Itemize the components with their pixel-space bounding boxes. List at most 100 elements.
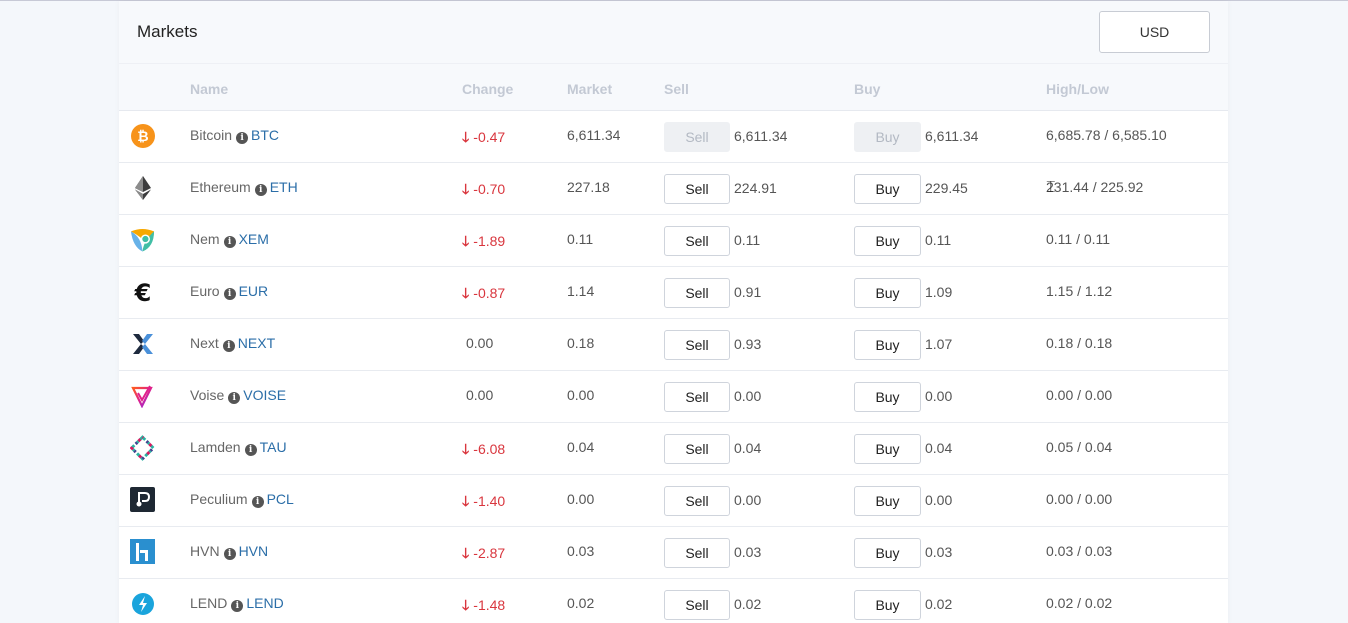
table-row[interactable]: Ethereum i ETH 🡓 -0.70 227.18 Sell 224.91 B… [119, 163, 1228, 215]
sell-button[interactable]: Sell [664, 434, 730, 464]
info-icon[interactable]: i [254, 184, 267, 196]
buy-button[interactable]: Buy [854, 226, 921, 256]
arrow-down-icon: 🡓 [462, 441, 470, 457]
coin-symbol-link[interactable]: HVN [239, 543, 269, 559]
column-header-market[interactable]: Market [567, 81, 612, 97]
info-icon[interactable]: i [251, 496, 264, 508]
column-header-buy[interactable]: Buy [854, 81, 880, 97]
euro-icon: € [130, 279, 155, 304]
column-header-sell[interactable]: Sell [664, 81, 689, 97]
info-icon[interactable]: i [222, 340, 235, 352]
coin-name: Bitcoin [190, 127, 233, 143]
voise-icon [130, 383, 155, 408]
sell-price: 224.91 [734, 180, 777, 196]
buy-button[interactable]: Buy [854, 278, 921, 308]
arrow-down-icon: 🡓 [462, 493, 470, 509]
lamden-icon [130, 434, 155, 461]
change-value: -1.40 [473, 493, 506, 509]
high-low-value: 0.03 / 0.03 [1046, 543, 1113, 559]
coin-name-cell: Voise i VOISE [190, 387, 286, 404]
market-price: 0.00 [567, 387, 595, 403]
sell-button[interactable]: Sell [664, 122, 730, 152]
buy-button[interactable]: Buy [854, 538, 921, 568]
change-cell: 0.00 [466, 335, 493, 351]
info-icon[interactable]: i [223, 548, 236, 560]
market-price: 227.18 [567, 179, 610, 195]
table-row[interactable]: € Euro i EUR 🡓 -0.87 1.14 Sell 0.91 Buy 1.0… [119, 267, 1228, 319]
markets-panel: Markets USD Name Change Market Sell Buy … [119, 1, 1228, 623]
buy-button[interactable]: Buy [854, 486, 921, 516]
buy-button[interactable]: Buy [854, 590, 921, 620]
coin-symbol-link[interactable]: PCL [267, 491, 294, 507]
coin-symbol-link[interactable]: XEM [239, 231, 269, 247]
column-header-name[interactable]: Name [190, 81, 228, 97]
sell-price: 0.93 [734, 336, 762, 352]
table-row[interactable]: ₿ Bitcoin i BTC 🡓 -0.47 6,611.34 Sell 6,611… [119, 111, 1228, 163]
coin-symbol-link[interactable]: BTC [251, 127, 279, 143]
buy-button[interactable]: Buy [854, 330, 921, 360]
sell-price: 0.00 [734, 388, 762, 404]
bitcoin-icon: ₿ [130, 123, 155, 148]
high-low-value: 0.00 / 0.00 [1046, 387, 1113, 403]
coin-symbol-link[interactable]: TAU [260, 439, 287, 455]
sell-button[interactable]: Sell [664, 278, 730, 308]
sell-button[interactable]: Sell [664, 486, 730, 516]
table-row[interactable]: Next i NEXT 0.00 0.18 Sell 0.93 Buy 1.07 0… [119, 319, 1228, 371]
table-row[interactable]: Nem i XEM 🡓 -1.89 0.11 Sell 0.11 Buy 0.11 0… [119, 215, 1228, 267]
coin-name-cell: Peculium i PCL [190, 491, 294, 508]
table-row[interactable]: Lamden i TAU 🡓 -6.08 0.04 Sell 0.04 Buy 0.0… [119, 423, 1228, 475]
table-row[interactable]: HVN i HVN 🡓 -2.87 0.03 Sell 0.03 Buy 0.03 0… [119, 527, 1228, 579]
table-row[interactable]: Peculium i PCL 🡓 -1.40 0.00 Sell 0.00 Buy 0… [119, 475, 1228, 527]
sell-button[interactable]: Sell [664, 538, 730, 568]
column-header-change[interactable]: Change [462, 81, 513, 97]
coin-name-cell: Lamden i TAU [190, 439, 287, 456]
sell-button[interactable]: Sell [664, 226, 730, 256]
buy-price: 1.07 [925, 336, 953, 352]
market-price: 0.11 [567, 231, 594, 247]
market-price: 0.18 [567, 335, 595, 351]
coin-symbol-link[interactable]: NEXT [238, 335, 275, 351]
column-header-highlow[interactable]: High/Low [1046, 81, 1109, 97]
coin-symbol-link[interactable]: EUR [239, 283, 269, 299]
arrow-down-icon: 🡓 [462, 285, 470, 301]
buy-button[interactable]: Buy [854, 434, 921, 464]
info-icon[interactable]: i [236, 132, 249, 144]
info-icon[interactable]: i [223, 236, 236, 248]
info-icon[interactable]: i [231, 600, 244, 612]
lend-icon [130, 591, 155, 616]
sell-button[interactable]: Sell [664, 174, 730, 204]
info-icon[interactable]: i [244, 444, 257, 456]
sell-button[interactable]: Sell [664, 590, 730, 620]
change-cell: 🡓 -1.48 [462, 595, 505, 619]
table-row[interactable]: Voise i VOISE 0.00 0.00 Sell 0.00 Buy 0.00… [119, 371, 1228, 423]
currency-selector-button[interactable]: USD [1099, 11, 1210, 53]
peculium-icon [130, 487, 155, 512]
high-low-value: 231.44 / 225.92 [1046, 179, 1144, 195]
sell-button[interactable]: Sell [664, 382, 730, 412]
high-low-value: 0.00 / 0.00 [1046, 491, 1113, 507]
buy-button[interactable]: Buy [854, 122, 921, 152]
coin-symbol-link[interactable]: VOISE [243, 387, 286, 403]
sell-price: 0.00 [734, 492, 762, 508]
ethereum-icon [130, 175, 155, 200]
nem-icon [130, 227, 155, 252]
next-icon [130, 331, 155, 356]
change-value: -0.70 [473, 181, 506, 197]
info-icon[interactable]: i [223, 288, 236, 300]
buy-button[interactable]: Buy [854, 174, 921, 204]
arrow-down-icon: 🡓 [462, 233, 470, 249]
change-value: -2.87 [473, 545, 506, 561]
coin-symbol-link[interactable]: ETH [270, 179, 298, 195]
market-price: 6,611.34 [567, 127, 621, 143]
sell-price: 0.11 [734, 232, 761, 248]
hvn-icon [130, 539, 155, 564]
info-icon[interactable]: i [228, 392, 241, 404]
buy-price: 0.04 [925, 440, 953, 456]
coin-name-cell: Ethereum i ETH [190, 179, 298, 196]
change-cell: 🡓 -6.08 [462, 439, 505, 463]
sell-button[interactable]: Sell [664, 330, 730, 360]
coin-symbol-link[interactable]: LEND [246, 595, 283, 611]
coin-name: Next [190, 335, 219, 351]
table-row[interactable]: LEND i LEND 🡓 -1.48 0.02 Sell 0.02 Buy 0.02… [119, 579, 1228, 623]
buy-button[interactable]: Buy [854, 382, 921, 412]
